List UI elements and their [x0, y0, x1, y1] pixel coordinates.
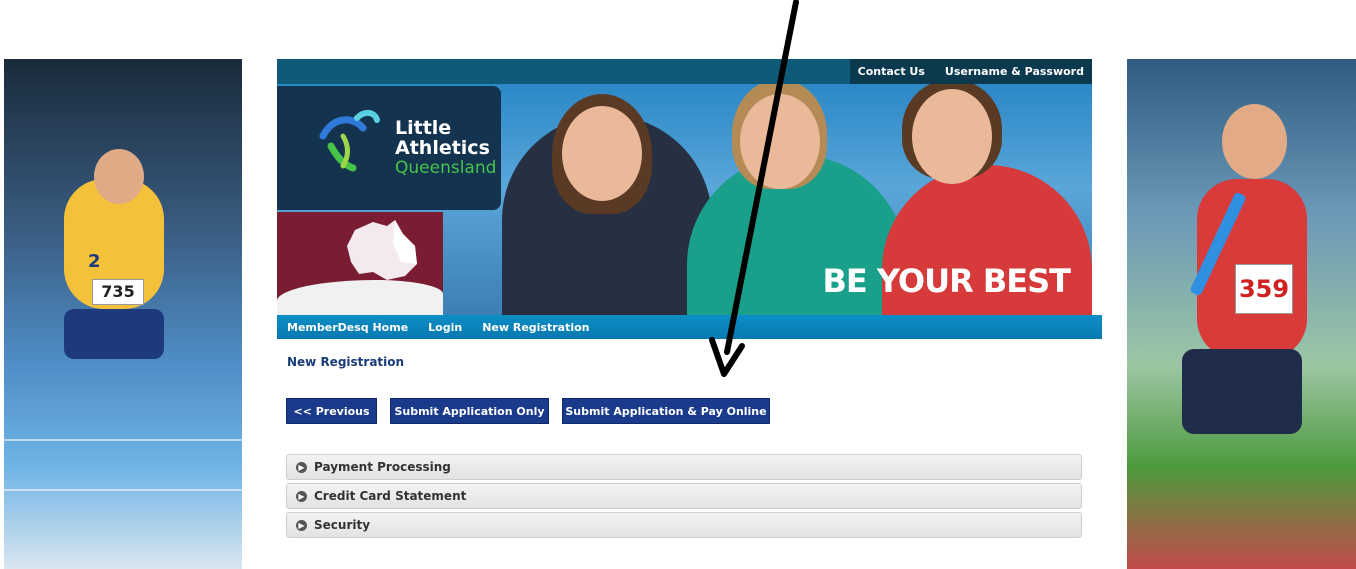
nav-new-registration[interactable]: New Registration — [482, 321, 589, 334]
jersey-number: 2 — [88, 251, 101, 272]
athlete-shorts — [64, 309, 164, 359]
banner-kid-face — [912, 89, 992, 184]
left-athlete-photo: 735 2 — [4, 59, 242, 569]
track-lane-line — [4, 439, 242, 441]
track-lane-line — [4, 489, 242, 491]
athlete-head — [1222, 104, 1287, 179]
submit-and-pay-online-button[interactable]: Submit Application & Pay Online — [562, 398, 770, 424]
circle-arrow-right-icon: ▶ — [296, 519, 307, 531]
top-links: Contact Us Username & Password — [849, 59, 1092, 84]
banner-kid-face — [562, 106, 642, 201]
race-bib: 359 — [1235, 264, 1293, 314]
panel-payment-processing[interactable]: ▶ Payment Processing — [286, 454, 1082, 480]
panel-security[interactable]: ▶ Security — [286, 512, 1082, 538]
logo-line-1: Little — [395, 117, 452, 139]
previous-button[interactable]: << Previous — [286, 398, 377, 424]
little-athletics-logo-icon — [319, 110, 380, 172]
circle-arrow-right-icon: ▶ — [296, 490, 307, 502]
panel-label: Security — [314, 518, 371, 532]
header-banner: Little Athletics Queensland BE YOUR BEST — [277, 84, 1092, 315]
nav-login[interactable]: Login — [428, 321, 462, 334]
submit-application-only-button[interactable]: Submit Application Only — [390, 398, 549, 424]
contact-us-link[interactable]: Contact Us — [858, 65, 925, 78]
logo-text: Little Athletics — [395, 118, 490, 158]
main-nav: MemberDesq Home Login New Registration — [277, 315, 1102, 339]
panel-label: Payment Processing — [314, 460, 451, 474]
logo-line-2: Athletics — [395, 137, 490, 159]
nav-memberdesq-home[interactable]: MemberDesq Home — [287, 321, 408, 334]
athlete-shorts — [1182, 349, 1302, 434]
panel-label: Credit Card Statement — [314, 489, 467, 503]
panel-credit-card-statement[interactable]: ▶ Credit Card Statement — [286, 483, 1082, 509]
banner-kid-face — [740, 94, 820, 189]
logo-line-3: Queensland — [395, 158, 497, 178]
logo[interactable]: Little Athletics Queensland — [277, 86, 501, 210]
athlete-head — [94, 149, 144, 204]
circle-arrow-right-icon: ▶ — [296, 461, 307, 473]
slogan: BE YOUR BEST — [822, 262, 1071, 300]
race-bib: 735 — [92, 279, 144, 305]
page-title: New Registration — [287, 355, 405, 369]
username-password-link[interactable]: Username & Password — [945, 65, 1084, 78]
right-athlete-photo: 359 — [1127, 59, 1356, 569]
